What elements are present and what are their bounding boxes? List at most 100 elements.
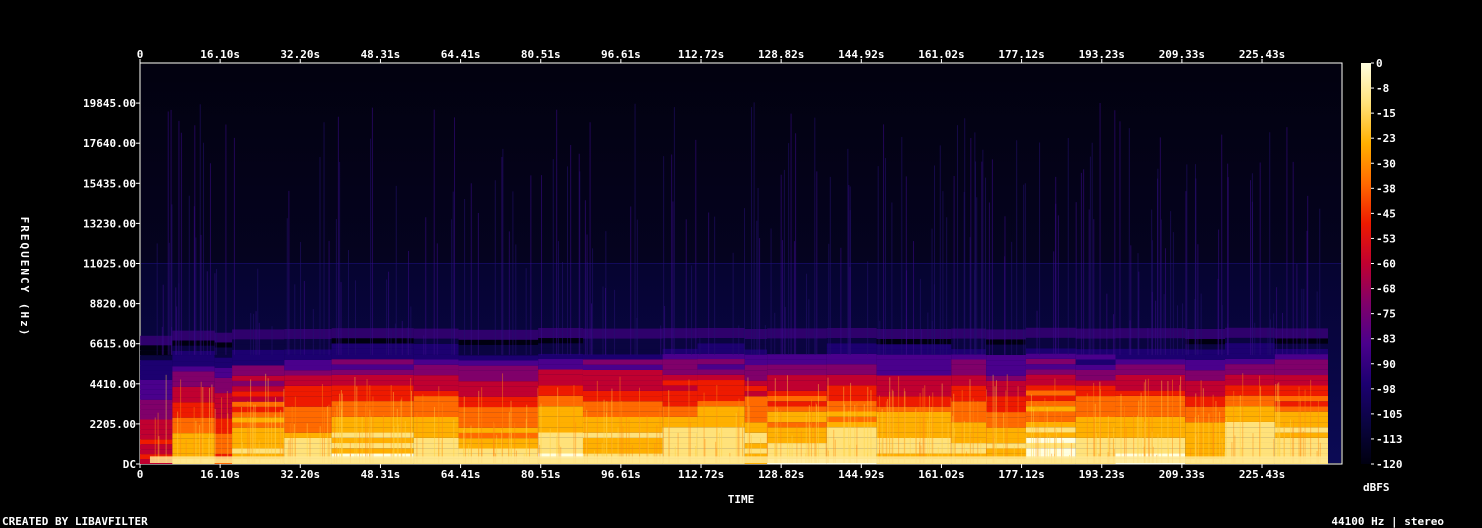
x-tick-label: 209.33s <box>1159 48 1205 61</box>
y-tick-label: 8820.00 <box>90 298 136 311</box>
spectrum-band <box>876 391 952 397</box>
spectrum-band <box>1225 364 1275 370</box>
spectrum-band <box>582 338 663 344</box>
spectrum-band <box>458 375 539 382</box>
spectrum-band <box>951 432 987 438</box>
spectrum-band <box>172 412 215 418</box>
spectrum-band <box>232 401 285 407</box>
spectrum-band <box>140 379 173 385</box>
spectrum-band <box>1115 353 1186 360</box>
spectrum-band <box>1274 364 1328 370</box>
spectrum-band <box>662 416 698 423</box>
x-tick-label: 144.92s <box>838 48 884 61</box>
spectrum-band <box>767 416 827 423</box>
spectrum-band <box>826 380 877 386</box>
spectrum-band <box>232 360 285 366</box>
spectrum-band <box>744 354 768 360</box>
spectrum-haze <box>662 328 698 339</box>
spectrum-band <box>876 380 952 386</box>
segment <box>140 335 173 464</box>
spectrum-band <box>214 372 233 378</box>
spectrum-band <box>986 354 1026 361</box>
spectrum-band <box>538 359 583 365</box>
spectrum-band <box>826 395 877 402</box>
spectrum-band <box>1274 375 1328 381</box>
spectrum-band <box>1115 343 1186 349</box>
spectrum-band <box>697 343 745 349</box>
spectrum-band <box>1274 369 1328 376</box>
y-tick-label: 17640.00 <box>83 137 136 150</box>
spectrum-band <box>172 366 215 372</box>
spectrum-band <box>140 389 173 395</box>
spectrum-band <box>284 370 332 376</box>
spectrum-band <box>214 413 233 419</box>
x-tick-label: 16.10s <box>200 468 240 481</box>
spectrum-band <box>697 348 745 354</box>
spectrum-band <box>582 396 663 402</box>
spectrum-band <box>697 369 745 375</box>
spectrum-band <box>284 354 332 360</box>
spectrum-band <box>767 401 827 407</box>
spectrum-band <box>214 438 233 444</box>
x-tick-label: 161.02s <box>918 48 964 61</box>
spectrum-band <box>232 443 285 449</box>
spectrum-band <box>232 375 285 381</box>
spectrum-band <box>172 397 215 403</box>
spectrum-band <box>538 348 583 354</box>
spectrum-band <box>1075 385 1116 391</box>
x-tick-label: 64.41s <box>441 48 481 61</box>
spectrum-band <box>1225 400 1275 407</box>
spectrum-band <box>1025 385 1076 391</box>
spectrum-band <box>662 437 698 444</box>
spectrum-band <box>413 422 459 428</box>
spectrum-band <box>1225 448 1275 454</box>
spectrum-band <box>1225 343 1275 349</box>
spectrogram-figure: 0 16.10s 32.20s 48.31s 64.41s 80.51s 96.61s 112… <box>2 48 1444 528</box>
spectrum-haze <box>582 328 663 339</box>
spectrum-band <box>214 388 233 394</box>
spectrum-band <box>826 390 877 396</box>
spectrum-band <box>232 406 285 413</box>
spectrum-band <box>826 353 877 360</box>
spectrum-band <box>214 398 233 404</box>
spectrum-band <box>413 432 459 438</box>
spectrum-band <box>1025 395 1076 401</box>
spectrum-band <box>1185 370 1226 376</box>
x-tick-label: 128.82s <box>758 468 804 481</box>
spectrum-band <box>1274 411 1328 417</box>
spectrum-band <box>826 437 877 444</box>
spectrum-band <box>876 370 952 376</box>
spectrum-band <box>744 370 768 376</box>
spectrum-band <box>1025 379 1076 386</box>
x-tick-label: 96.61s <box>601 468 641 481</box>
spectrum-band <box>986 370 1026 376</box>
spectrum-band <box>232 396 285 402</box>
spectrum-band <box>582 390 663 397</box>
y-tick-label: 15435.00 <box>83 177 136 190</box>
spectrum-band <box>140 404 173 410</box>
spectrum-band <box>413 359 459 365</box>
x-tick-label: 32.20s <box>280 48 320 61</box>
spectrum-band <box>232 422 285 428</box>
spectrum-band <box>582 375 663 381</box>
spectrum-band <box>951 349 987 355</box>
spectrum-band <box>1115 338 1186 344</box>
spectrum-band <box>1185 391 1226 397</box>
spectrum-band <box>331 359 414 365</box>
spectrum-band <box>538 364 583 370</box>
spectrum-band <box>413 369 459 376</box>
spectrum-band <box>284 385 332 392</box>
spectrum-band <box>1185 411 1226 418</box>
spectrum-band <box>413 354 459 360</box>
spectrum-band <box>1075 375 1116 381</box>
spectrum-band <box>662 348 698 354</box>
spectrum-band <box>1185 432 1226 438</box>
spectrum-band <box>1025 358 1076 365</box>
x-tick-label: 193.23s <box>1079 468 1125 481</box>
spectrum-band <box>582 380 663 386</box>
spectrum-band <box>232 380 285 387</box>
colorbar-tick-label: -98 <box>1376 383 1396 396</box>
spectrum-band <box>172 417 215 423</box>
spectrum-band <box>767 348 827 355</box>
spectrum-band <box>986 365 1026 371</box>
